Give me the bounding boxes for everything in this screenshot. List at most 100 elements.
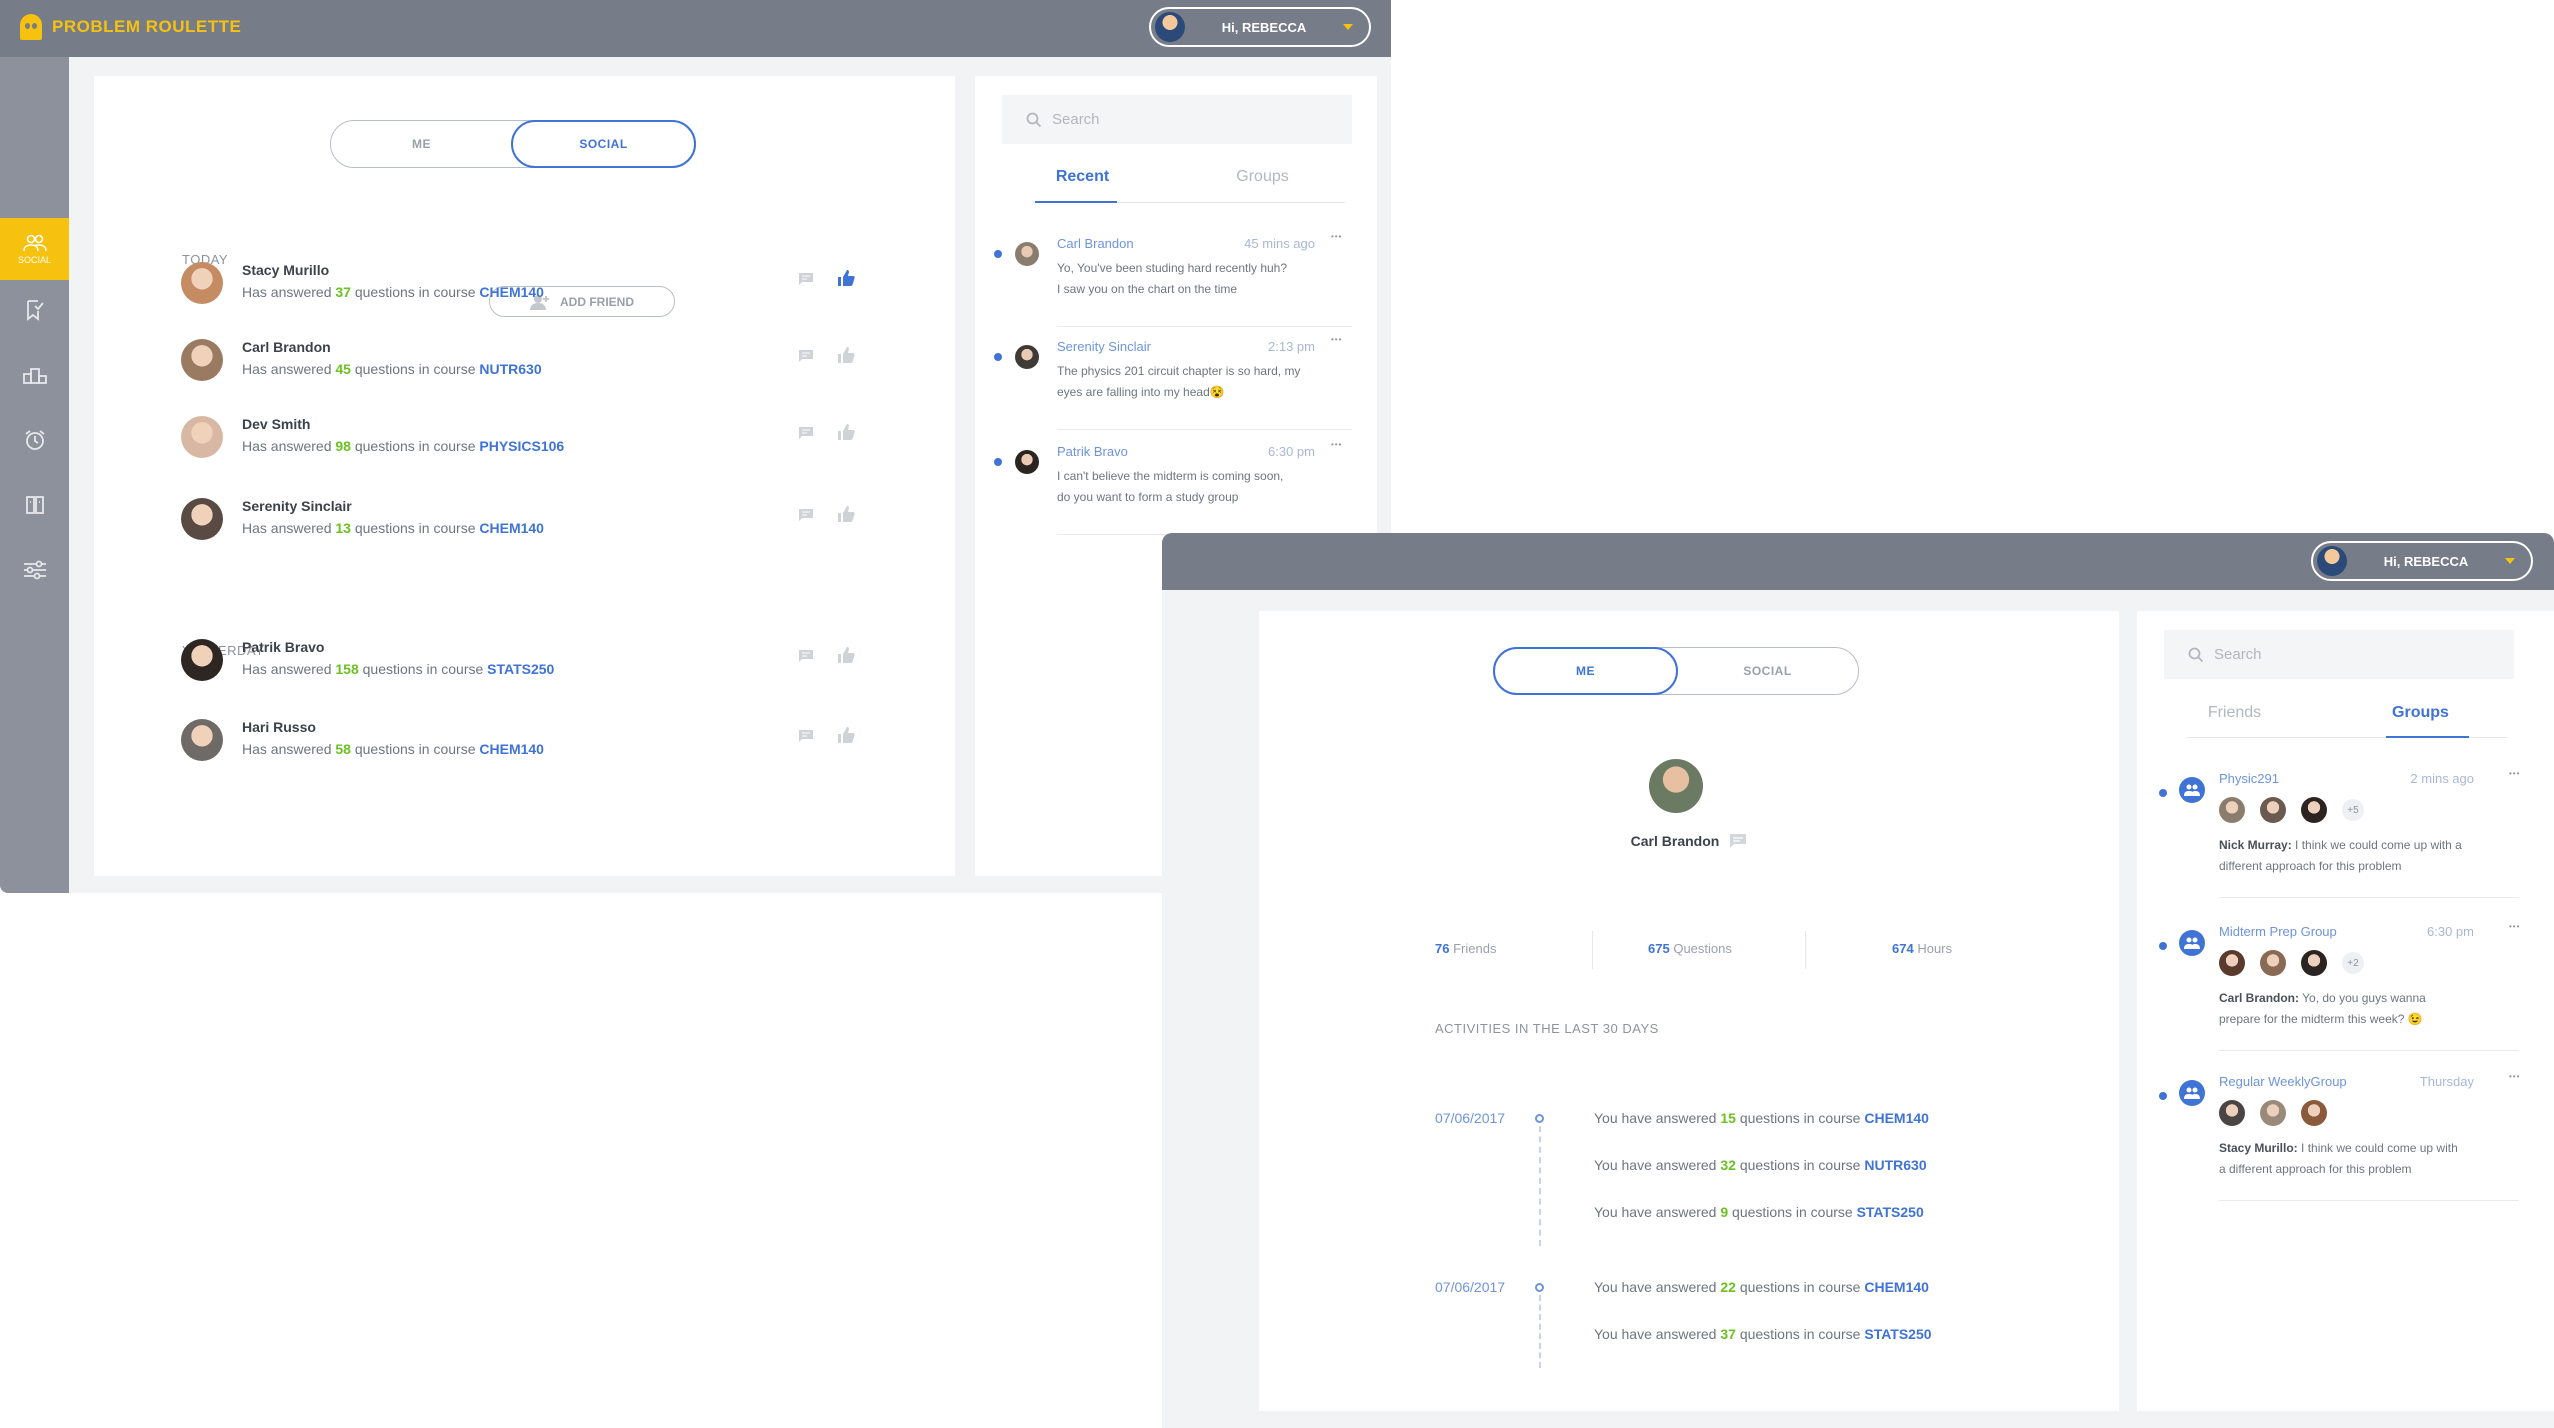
- toggle-me[interactable]: ME: [331, 121, 512, 167]
- sidebar-item-alarm[interactable]: [0, 409, 69, 471]
- top-bar: PROBLEM ROULETTE Hi, REBECCA: [0, 0, 1391, 57]
- more-options-icon[interactable]: •••: [1331, 440, 1342, 449]
- activity-item: You have answered 15 questions in course…: [1594, 1110, 1929, 1126]
- group-item[interactable]: Midterm Prep Group 6:30 pm ••• +2 Carl Brand…: [2137, 914, 2554, 1054]
- activity-count: 37: [1720, 1326, 1736, 1342]
- feed-text: Has answered 13 questions in course CHEM…: [242, 520, 544, 536]
- comment-icon[interactable]: [799, 508, 813, 526]
- more-options-icon[interactable]: •••: [1331, 335, 1342, 344]
- thumbs-up-icon[interactable]: [837, 727, 855, 748]
- tab-friends[interactable]: Friends: [2187, 704, 2282, 722]
- tab-groups[interactable]: Groups: [2373, 704, 2468, 722]
- comment-icon[interactable]: [799, 272, 813, 290]
- avatar[interactable]: [181, 719, 223, 761]
- more-options-icon[interactable]: •••: [2509, 769, 2520, 778]
- activity-prefix: You have answered: [1594, 1204, 1717, 1220]
- avatar[interactable]: [181, 416, 223, 458]
- course-link[interactable]: STATS250: [1857, 1204, 1924, 1220]
- course-link[interactable]: CHEM140: [1864, 1279, 1929, 1295]
- feed-name: Stacy Murillo: [242, 262, 330, 278]
- group-message-text: Yo, do you guys wanna: [2302, 991, 2426, 1005]
- feed-count: 98: [335, 438, 351, 454]
- sidebar-item-settings[interactable]: [0, 539, 69, 601]
- ghost-logo-icon: [20, 14, 42, 40]
- feed-text: Has answered 37 questions in course CHEM…: [242, 284, 544, 300]
- message-item[interactable]: Serenity Sinclair 2:13 pm ••• The physics 2…: [975, 329, 1377, 430]
- group-name: Physic291: [2219, 771, 2279, 786]
- course-link[interactable]: CHEM140: [479, 741, 544, 757]
- course-link[interactable]: CHEM140: [1864, 1110, 1929, 1126]
- group-item[interactable]: Regular WeeklyGroup Thursday ••• Stacy Muri…: [2137, 1064, 2554, 1204]
- app-logo[interactable]: PROBLEM ROULETTE: [20, 14, 241, 40]
- search-icon: [1026, 112, 1042, 127]
- activity-middle: questions in course: [1739, 1110, 1861, 1126]
- course-link[interactable]: PHYSICS106: [479, 438, 564, 454]
- avatar[interactable]: [181, 639, 223, 681]
- avatar[interactable]: [181, 498, 223, 540]
- feed-middle: questions in course: [354, 741, 476, 757]
- feed-middle: questions in course: [354, 361, 476, 377]
- comment-icon[interactable]: [799, 729, 813, 747]
- course-link[interactable]: CHEM140: [479, 284, 544, 300]
- course-link[interactable]: STATS250: [487, 661, 554, 677]
- user-menu[interactable]: Hi, REBECCA: [1149, 7, 1371, 47]
- unread-dot: [2159, 789, 2167, 797]
- thumbs-up-icon[interactable]: [837, 347, 855, 368]
- thumbs-up-icon[interactable]: [837, 270, 855, 291]
- avatar[interactable]: [181, 262, 223, 304]
- sidebar-item-bookmarks[interactable]: [0, 279, 69, 341]
- message-item[interactable]: Carl Brandon 45 mins ago ••• Yo, You've bee…: [975, 226, 1377, 327]
- course-link[interactable]: NUTR630: [1864, 1157, 1926, 1173]
- stat-hours: 674 Hours: [1892, 941, 1952, 956]
- stat-questions-value: 675: [1648, 941, 1670, 956]
- group-message: Nick Murray: I think we could come up wi…: [2219, 835, 2519, 877]
- top-bar: Hi, REBECCA: [1162, 533, 2554, 590]
- group-message-line: a different approach for this problem: [2219, 1162, 2412, 1176]
- comment-icon[interactable]: [799, 349, 813, 367]
- feed-count: 58: [335, 741, 351, 757]
- toggle-social[interactable]: SOCIAL: [1677, 648, 1858, 694]
- app-name: PROBLEM ROULETTE: [52, 17, 242, 36]
- user-menu[interactable]: Hi, REBECCA: [2311, 541, 2533, 581]
- stat-hours-value: 674: [1892, 941, 1914, 956]
- thumbs-up-icon[interactable]: [837, 424, 855, 445]
- unread-dot: [994, 458, 1002, 466]
- message-icon[interactable]: [1729, 833, 1747, 849]
- more-options-icon[interactable]: •••: [1331, 232, 1342, 241]
- message-time: 2:13 pm: [1268, 339, 1315, 354]
- avatar[interactable]: [181, 339, 223, 381]
- comment-icon[interactable]: [799, 649, 813, 667]
- feed-text: Has answered 158 questions in course STA…: [242, 661, 554, 677]
- thumbs-up-icon[interactable]: [837, 506, 855, 527]
- message-divider: [1057, 326, 1352, 327]
- message-line: The physics 201 circuit chapter is so ha…: [1057, 364, 1301, 378]
- feed-item: Serenity Sinclair Has answered 13 questio…: [181, 496, 881, 544]
- message-line: eyes are falling into my head😵: [1057, 385, 1225, 399]
- activities-title: ACTIVITIES IN THE LAST 30 DAYS: [1435, 1021, 1659, 1036]
- toggle-me[interactable]: ME: [1493, 647, 1678, 695]
- course-link[interactable]: STATS250: [1864, 1326, 1931, 1342]
- group-item[interactable]: Physic291 2 mins ago ••• +5 Nick Murray: I t…: [2137, 761, 2554, 901]
- activity-middle: questions in course: [1732, 1204, 1853, 1220]
- message-item[interactable]: Patrik Bravo 6:30 pm ••• I can't believe th…: [975, 434, 1377, 535]
- more-options-icon[interactable]: •••: [2509, 1072, 2520, 1081]
- sidebar-item-social[interactable]: SOCIAL: [0, 218, 69, 280]
- tab-recent[interactable]: Recent: [1035, 168, 1130, 186]
- thumbs-up-icon[interactable]: [837, 647, 855, 668]
- course-link[interactable]: CHEM140: [479, 520, 544, 536]
- tab-groups[interactable]: Groups: [1215, 168, 1310, 186]
- group-message-text: I think we could come up with: [2301, 1141, 2458, 1155]
- feed-item: Patrik Bravo Has answered 158 questions i…: [181, 637, 881, 685]
- comment-icon[interactable]: [799, 426, 813, 444]
- user-avatar: [2317, 546, 2347, 576]
- course-link[interactable]: NUTR630: [479, 361, 541, 377]
- feed-count: 158: [335, 661, 359, 677]
- member-avatar: [2301, 950, 2327, 976]
- chat-search[interactable]: Search: [1002, 95, 1352, 144]
- chat-search[interactable]: Search: [2164, 630, 2514, 679]
- toggle-social[interactable]: SOCIAL: [511, 120, 696, 168]
- sidebar-item-ranking[interactable]: [0, 344, 69, 406]
- group-icon: [2179, 777, 2205, 803]
- sidebar-item-book[interactable]: [0, 474, 69, 536]
- more-options-icon[interactable]: •••: [2509, 922, 2520, 931]
